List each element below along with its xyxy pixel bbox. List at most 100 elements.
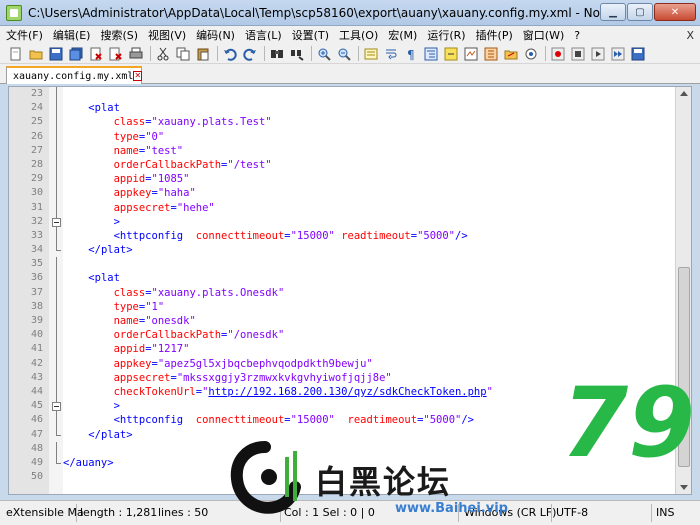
code-token-sp [63,272,88,284]
code-text: </plat> [63,243,132,257]
line-number: 36 [30,272,43,284]
editor-pane[interactable]: 23 24 <plat 25 class="xauany.plats.Test" 26… [8,86,692,495]
line-number: 42 [30,357,43,369]
status-divider [551,504,552,522]
redo-icon[interactable] [242,46,258,62]
code-token-sp [63,116,114,128]
code-text: appkey="haha" [63,186,196,200]
menu-item[interactable]: 搜索(S) [100,27,138,43]
code-line: 49 </auany> [9,455,679,470]
run-macro-multiple-icon[interactable] [610,46,626,62]
line-number: 35 [30,258,43,270]
code-line: 37 class="xauany.plats.Onesdk" [9,285,679,300]
doc-map-icon[interactable] [463,46,479,62]
code-text: > [63,399,120,413]
menu-item[interactable]: 语言(L) [245,27,282,43]
menu-item[interactable]: 宏(M) [388,27,417,43]
cut-icon[interactable] [155,46,171,62]
tab-xauany-config[interactable]: xauany.config.my.xml ✕ [6,66,143,84]
copy-icon[interactable] [175,46,191,62]
stop-macro-icon[interactable] [570,46,586,62]
code-line: 34 </plat> [9,243,679,257]
menu-item[interactable]: 编辑(E) [53,27,91,43]
menu-close-doc-button[interactable]: X [686,29,694,42]
code-token-val: "onesdk" [145,315,196,327]
title-bar: C:\Users\Administrator\AppData\Local\Tem… [0,0,700,26]
line-number: 44 [30,385,43,397]
code-token-attr: type [113,300,139,313]
monitor-icon[interactable] [523,46,539,62]
scroll-up-arrow-icon[interactable] [680,91,688,96]
status-divider [458,504,459,522]
save-all-icon[interactable] [68,46,84,62]
status-divider [76,504,77,522]
function-list-icon[interactable] [483,46,499,62]
status-filetype: eXtensible Ma [6,506,84,519]
menu-item[interactable]: 工具(O) [339,27,378,43]
code-token-sp [63,244,88,256]
line-number: 24 [30,102,43,114]
sync-scroll-icon[interactable] [363,46,379,62]
menu-item[interactable]: 视图(V) [148,27,186,43]
code-token-attr: class [113,286,146,299]
menu-item[interactable]: 设置(T) [292,27,329,43]
zoom-in-icon[interactable] [316,46,332,62]
menu-item[interactable]: 运行(R) [427,27,465,43]
open-file-icon[interactable] [28,46,44,62]
code-text: <httpconfig connecttimeout="15000" readt… [63,413,474,427]
code-token-val: "15000" [290,414,335,427]
code-token-sp [63,173,114,185]
code-text: type="0" [63,130,165,144]
line-number: 38 [30,300,43,312]
menu-item[interactable]: 插件(P) [476,27,513,43]
code-token-val: "apez5gl5xjbqcbephvqodpdkth9bewju" [157,357,373,370]
fold-guide [52,101,61,116]
code-line: 36 <plat [9,271,679,286]
code-token-sp [63,386,114,398]
close-file-icon[interactable] [88,46,104,62]
folder-workspace-icon[interactable] [503,46,519,62]
code-token-val: "1217" [151,343,190,356]
close-window-button[interactable]: ✕ [654,3,696,21]
minimize-button[interactable]: ▁ [600,3,626,21]
vertical-scrollbar[interactable] [675,87,691,494]
tab-close-icon[interactable]: ✕ [133,71,143,81]
new-file-icon[interactable] [8,46,24,62]
record-macro-icon[interactable] [550,46,566,62]
replace-icon[interactable] [289,46,305,62]
save-macro-icon[interactable] [630,46,646,62]
code-token-attr: name [113,315,139,327]
scrollbar-thumb[interactable] [678,267,690,467]
fold-toggle-icon[interactable] [52,399,61,414]
code-token-val: "/onesdk" [227,329,285,342]
maximize-button[interactable]: ▢ [627,3,653,21]
menu-item[interactable]: 窗口(W) [523,27,564,43]
scroll-down-arrow-icon[interactable] [680,485,688,490]
indent-guide-icon[interactable] [423,46,439,62]
code-line: 50 [9,470,679,484]
lang-xml-icon[interactable] [443,46,459,62]
print-icon[interactable] [128,46,144,62]
code-token-link[interactable]: http://192.168.200.130/qyz/sdkCheckToken… [208,386,486,398]
notepadpp-app-icon[interactable] [6,4,22,21]
fold-toggle-icon[interactable] [52,214,61,229]
zoom-out-icon[interactable] [336,46,352,62]
code-token-tag: /> [455,229,468,242]
code-text: appsecret="hehe" [63,201,215,215]
menu-item[interactable]: 编码(N) [196,27,235,43]
show-all-chars-icon[interactable]: ¶ [403,46,419,62]
word-wrap-icon[interactable] [383,46,399,62]
save-icon[interactable] [48,46,64,62]
undo-icon[interactable] [222,46,238,62]
code-token-tag: > [113,215,120,228]
menu-item[interactable]: ? [574,29,580,42]
menu-item[interactable]: 文件(F) [6,27,43,43]
find-icon[interactable] [269,46,285,62]
code-token-tag: > [113,400,120,413]
play-macro-icon[interactable] [590,46,606,62]
code-line: 38 type="1" [9,299,679,314]
paste-icon[interactable] [195,46,211,62]
fold-guide [52,356,61,371]
code-line: 30 appkey="haha" [9,186,679,201]
close-all-icon[interactable] [108,46,124,62]
